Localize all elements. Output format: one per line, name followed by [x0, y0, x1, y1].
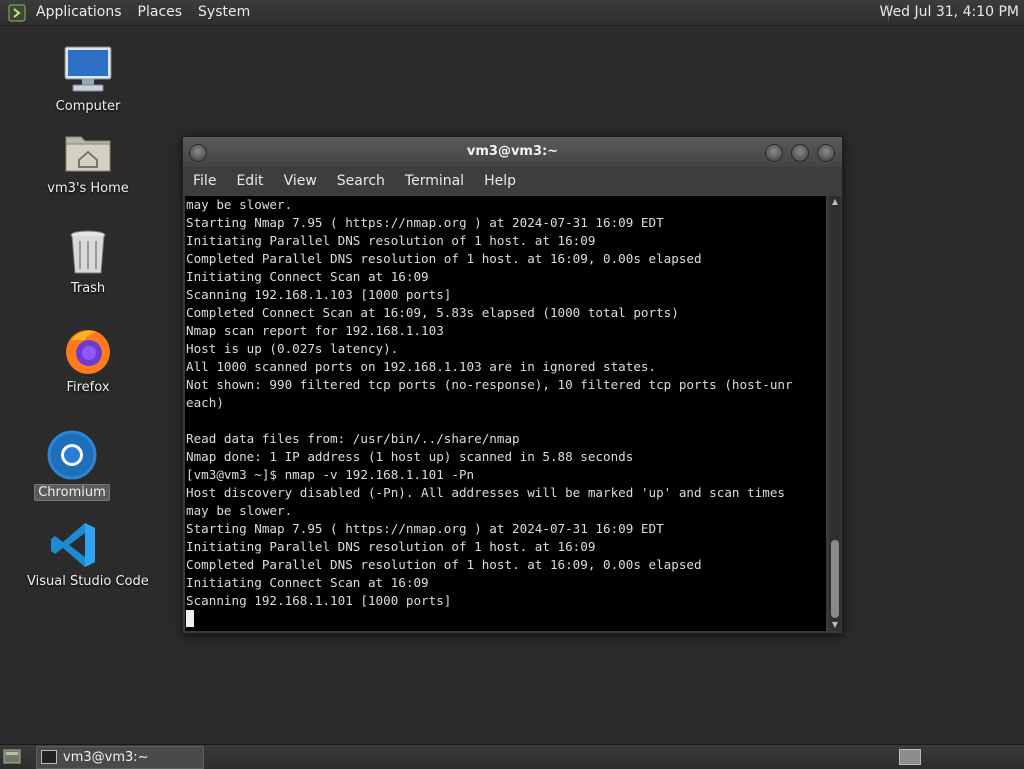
menu-edit[interactable]: Edit — [226, 167, 273, 196]
applications-menu-icon[interactable] — [8, 4, 26, 22]
terminal-line: All 1000 scanned ports on 192.168.1.103 … — [186, 359, 657, 374]
desktop-icon-label: Computer — [55, 99, 121, 114]
chromium-icon — [47, 430, 97, 480]
terminal-prompt-line[interactable] — [185, 610, 826, 628]
terminal-line: Host discovery disabled (-Pn). All addre… — [186, 485, 785, 500]
terminal-line: Scanning 192.168.1.103 [1000 ports] — [186, 287, 452, 302]
home-folder-icon — [65, 136, 111, 172]
scroll-up-arrow-icon[interactable]: ▲ — [829, 196, 841, 208]
terminal-line: may be slower. — [186, 503, 293, 518]
desktop-icon-home[interactable]: vm3's Home — [38, 127, 138, 196]
desktop-icon-trash[interactable]: Trash — [38, 227, 138, 296]
applications-menu[interactable]: Applications — [28, 0, 130, 25]
terminal-line: Completed Connect Scan at 16:09, 5.83s e… — [186, 305, 679, 320]
desktop-icon-computer[interactable]: Computer — [38, 45, 138, 114]
computer-icon — [64, 46, 112, 92]
terminal-line: Starting Nmap 7.95 ( https://nmap.org ) … — [186, 521, 664, 536]
terminal-line: Nmap scan report for 192.168.1.103 — [186, 323, 444, 338]
terminal-window[interactable]: vm3@vm3:~ File Edit View Search Terminal Help… — [182, 136, 843, 634]
clock[interactable]: Wed Jul 31, 4:10 PM — [880, 0, 1019, 25]
terminal-line: Initiating Connect Scan at 16:09 — [186, 575, 429, 590]
scroll-thumb[interactable] — [831, 540, 839, 618]
terminal-line: Initiating Parallel DNS resolution of 1 … — [186, 233, 596, 248]
menu-help[interactable]: Help — [474, 167, 526, 196]
close-icon[interactable] — [817, 144, 835, 162]
window-titlebar[interactable]: vm3@vm3:~ — [183, 137, 842, 167]
desktop-icon-label: Visual Studio Code — [27, 574, 149, 589]
terminal-scrollbar[interactable]: ▲ ▼ — [829, 196, 841, 631]
desktop-icon-label: Firefox — [66, 380, 110, 395]
terminal-line: Starting Nmap 7.95 ( https://nmap.org ) … — [186, 215, 664, 230]
terminal-line: [vm3@vm3 ~]$ nmap -v 192.168.1.101 -Pn — [186, 467, 475, 482]
workspace-switcher[interactable] — [899, 749, 921, 765]
top-panel: Applications Places System Wed Jul 31, 4… — [0, 0, 1024, 26]
maximize-icon[interactable] — [791, 144, 809, 162]
terminal-line: Completed Parallel DNS resolution of 1 h… — [186, 251, 702, 266]
menu-file[interactable]: File — [183, 167, 226, 196]
places-menu[interactable]: Places — [130, 0, 191, 25]
terminal-line: each) — [186, 395, 224, 410]
window-title: vm3@vm3:~ — [466, 144, 559, 159]
terminal-line: Host is up (0.027s latency). — [186, 341, 399, 356]
desktop-icon-chromium[interactable]: Chromium — [22, 430, 122, 501]
desktop-icon-vscode[interactable]: Visual Studio Code — [24, 520, 149, 589]
firefox-icon — [66, 330, 110, 374]
desktop-icon-label: Chromium — [34, 484, 110, 501]
terminal-line: Scanning 192.168.1.101 [1000 ports] — [186, 593, 452, 608]
scroll-down-arrow-icon[interactable]: ▼ — [829, 619, 841, 631]
terminal-line: Nmap done: 1 IP address (1 host up) scan… — [186, 449, 634, 464]
menu-view[interactable]: View — [274, 167, 327, 196]
desktop-icon-label: Trash — [70, 281, 106, 296]
bottom-panel: vm3@vm3:~ — [0, 744, 1024, 769]
terminal-line: Not shown: 990 filtered tcp ports (no-re… — [186, 377, 793, 392]
terminal-icon — [41, 749, 57, 764]
menu-terminal[interactable]: Terminal — [395, 167, 474, 196]
terminal-line: Initiating Connect Scan at 16:09 — [186, 269, 429, 284]
terminal-line: Initiating Parallel DNS resolution of 1 … — [186, 539, 596, 554]
terminal-line: may be slower. — [186, 197, 293, 212]
text-cursor — [186, 610, 194, 627]
terminal-line: Read data files from: /usr/bin/../share/… — [186, 431, 520, 446]
terminal-line: Completed Parallel DNS resolution of 1 h… — [186, 557, 702, 572]
terminal-output[interactable]: may be slower. Starting Nmap 7.95 ( http… — [185, 196, 826, 631]
trash-icon — [70, 230, 106, 274]
minimize-icon[interactable] — [765, 144, 783, 162]
terminal-menubar: File Edit View Search Terminal Help — [183, 167, 842, 196]
taskbar-item-label: vm3@vm3:~ — [63, 750, 149, 765]
vscode-icon — [51, 523, 95, 567]
taskbar-item-terminal[interactable]: vm3@vm3:~ — [36, 746, 204, 769]
desktop-icon-label: vm3's Home — [47, 181, 129, 196]
desktop-icon-firefox[interactable]: Firefox — [38, 326, 138, 395]
show-desktop-icon[interactable] — [3, 748, 21, 765]
menu-search[interactable]: Search — [327, 167, 395, 196]
system-menu[interactable]: System — [190, 0, 258, 25]
